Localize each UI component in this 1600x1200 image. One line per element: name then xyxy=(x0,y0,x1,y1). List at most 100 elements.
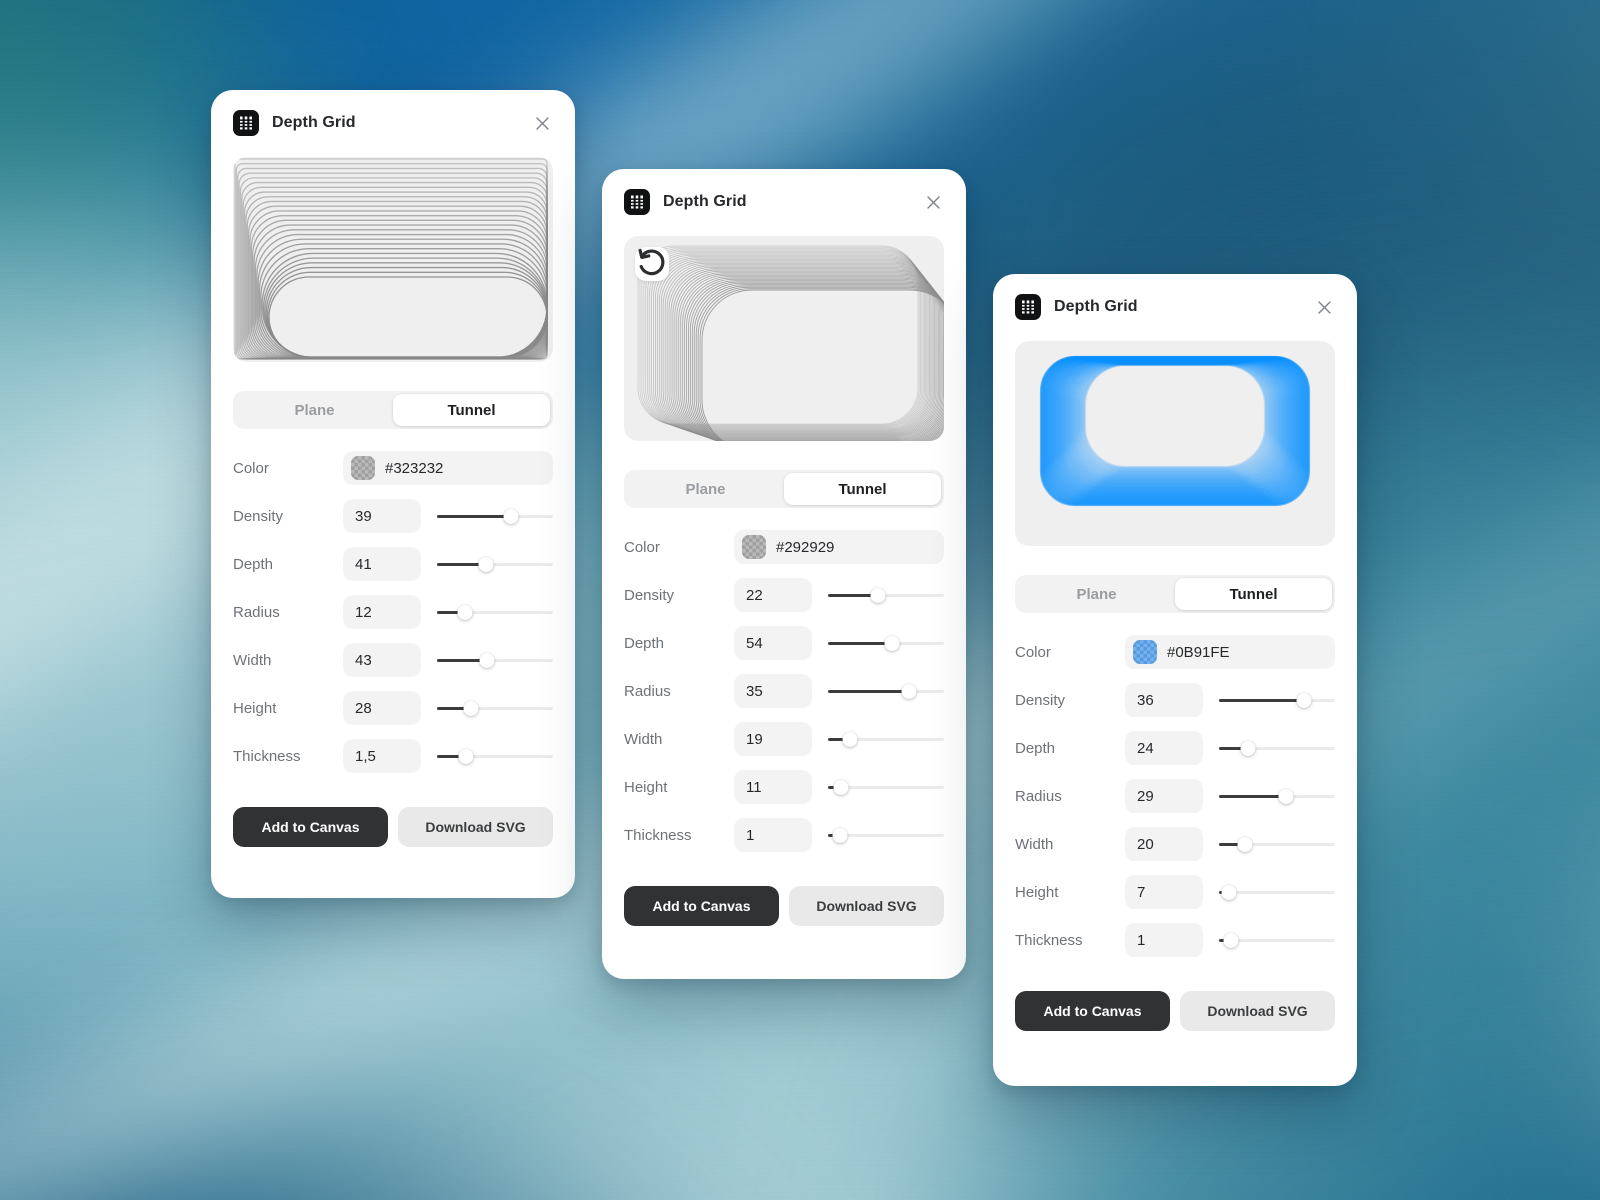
controls-list: Color #323232 Density 39 Depth 41 Radius… xyxy=(211,429,575,773)
depth-slider[interactable] xyxy=(437,553,553,575)
color-hex-value: #292929 xyxy=(776,538,835,556)
row-thickness: Thickness 1,5 xyxy=(233,739,553,773)
preview-canvas-plane[interactable] xyxy=(233,157,553,362)
row-radius: Radius 29 xyxy=(1015,779,1335,813)
rotate-ccw-icon[interactable] xyxy=(635,247,669,281)
row-thickness: Thickness 1 xyxy=(624,818,944,852)
width-slider[interactable] xyxy=(437,649,553,671)
color-input[interactable]: #323232 xyxy=(343,451,553,485)
density-slider[interactable] xyxy=(828,584,944,606)
radius-slider[interactable] xyxy=(1219,785,1335,807)
thickness-slider[interactable] xyxy=(1219,929,1335,951)
row-thickness: Thickness 1 xyxy=(1015,923,1335,957)
height-slider[interactable] xyxy=(1219,881,1335,903)
row-density: Density 39 xyxy=(233,499,553,533)
width-input[interactable]: 20 xyxy=(1125,827,1203,861)
thickness-input[interactable]: 1 xyxy=(734,818,812,852)
page-title: Depth Grid xyxy=(272,114,356,131)
tab-plane[interactable]: Plane xyxy=(627,473,784,505)
color-input[interactable]: #0B91FE xyxy=(1125,635,1335,669)
mode-segmented-control[interactable]: Plane Tunnel xyxy=(233,391,553,429)
depth-grid-window-3[interactable]: Depth Grid Plane Tunnel Color #0B91FE De… xyxy=(993,274,1357,1086)
thickness-slider[interactable] xyxy=(437,745,553,767)
tab-tunnel[interactable]: Tunnel xyxy=(393,394,550,426)
height-slider[interactable] xyxy=(437,697,553,719)
depth-grid-window-2[interactable]: Depth Grid Plane Tunnel Color #292929 De… xyxy=(602,169,966,979)
mode-segmented-control[interactable]: Plane Tunnel xyxy=(1015,575,1335,613)
window-footer: Add to Canvas Download SVG xyxy=(993,971,1357,1053)
tab-tunnel[interactable]: Tunnel xyxy=(1175,578,1332,610)
label-height: Height xyxy=(1015,883,1059,901)
radius-input[interactable]: 29 xyxy=(1125,779,1203,813)
width-slider[interactable] xyxy=(828,728,944,750)
thickness-input[interactable]: 1 xyxy=(1125,923,1203,957)
preview-canvas-tunnel-blue[interactable] xyxy=(1015,341,1335,546)
label-width: Width xyxy=(624,730,663,748)
color-swatch[interactable] xyxy=(351,456,375,480)
add-to-canvas-button[interactable]: Add to Canvas xyxy=(1015,991,1170,1031)
label-depth: Depth xyxy=(624,634,665,652)
tab-plane[interactable]: Plane xyxy=(1018,578,1175,610)
depth-input[interactable]: 54 xyxy=(734,626,812,660)
page-title: Depth Grid xyxy=(663,193,747,210)
grid-icon xyxy=(624,189,650,215)
depth-grid-window-1[interactable]: Depth Grid Plane Tunnel Color #323232 De… xyxy=(211,90,575,898)
width-input[interactable]: 43 xyxy=(343,643,421,677)
row-height: Height 28 xyxy=(233,691,553,725)
label-color: Color xyxy=(233,459,269,477)
mode-segmented-control[interactable]: Plane Tunnel xyxy=(624,470,944,508)
depth-slider[interactable] xyxy=(1219,737,1335,759)
row-depth: Depth 54 xyxy=(624,626,944,660)
row-radius: Radius 12 xyxy=(233,595,553,629)
add-to-canvas-button[interactable]: Add to Canvas xyxy=(233,807,388,847)
color-hex-value: #323232 xyxy=(385,459,444,477)
radius-input[interactable]: 12 xyxy=(343,595,421,629)
width-input[interactable]: 19 xyxy=(734,722,812,756)
download-svg-button[interactable]: Download SVG xyxy=(398,807,553,847)
thickness-input[interactable]: 1,5 xyxy=(343,739,421,773)
width-slider[interactable] xyxy=(1219,833,1335,855)
close-icon[interactable] xyxy=(1313,296,1335,318)
radius-slider[interactable] xyxy=(828,680,944,702)
label-density: Density xyxy=(1015,691,1066,709)
depth-input[interactable]: 41 xyxy=(343,547,421,581)
download-svg-button[interactable]: Download SVG xyxy=(1180,991,1335,1031)
grid-icon xyxy=(1015,294,1041,320)
color-input[interactable]: #292929 xyxy=(734,530,944,564)
row-depth: Depth 41 xyxy=(233,547,553,581)
label-thickness: Thickness xyxy=(1015,931,1083,949)
radius-slider[interactable] xyxy=(437,601,553,623)
color-swatch[interactable] xyxy=(742,535,766,559)
controls-list: Color #292929 Density 22 Depth 54 Radius… xyxy=(602,508,966,852)
label-radius: Radius xyxy=(1015,787,1062,805)
close-icon[interactable] xyxy=(922,191,944,213)
height-input[interactable]: 28 xyxy=(343,691,421,725)
density-slider[interactable] xyxy=(1219,689,1335,711)
add-to-canvas-button[interactable]: Add to Canvas xyxy=(624,886,779,926)
row-depth: Depth 24 xyxy=(1015,731,1335,765)
row-radius: Radius 35 xyxy=(624,674,944,708)
height-input[interactable]: 11 xyxy=(734,770,812,804)
row-height: Height 11 xyxy=(624,770,944,804)
tab-plane[interactable]: Plane xyxy=(236,394,393,426)
density-input[interactable]: 39 xyxy=(343,499,421,533)
download-svg-button[interactable]: Download SVG xyxy=(789,886,944,926)
preview-canvas-tunnel[interactable] xyxy=(624,236,944,441)
label-thickness: Thickness xyxy=(233,747,301,765)
row-width: Width 19 xyxy=(624,722,944,756)
height-slider[interactable] xyxy=(828,776,944,798)
label-depth: Depth xyxy=(1015,739,1056,757)
height-input[interactable]: 7 xyxy=(1125,875,1203,909)
density-input[interactable]: 22 xyxy=(734,578,812,612)
tab-tunnel[interactable]: Tunnel xyxy=(784,473,941,505)
close-icon[interactable] xyxy=(531,112,553,134)
density-input[interactable]: 36 xyxy=(1125,683,1203,717)
radius-input[interactable]: 35 xyxy=(734,674,812,708)
desktop-background: Depth Grid Plane Tunnel Color #323232 De… xyxy=(0,0,1600,1200)
density-slider[interactable] xyxy=(437,505,553,527)
color-swatch[interactable] xyxy=(1133,640,1157,664)
thickness-slider[interactable] xyxy=(828,824,944,846)
depth-input[interactable]: 24 xyxy=(1125,731,1203,765)
depth-slider[interactable] xyxy=(828,632,944,654)
label-height: Height xyxy=(233,699,277,717)
